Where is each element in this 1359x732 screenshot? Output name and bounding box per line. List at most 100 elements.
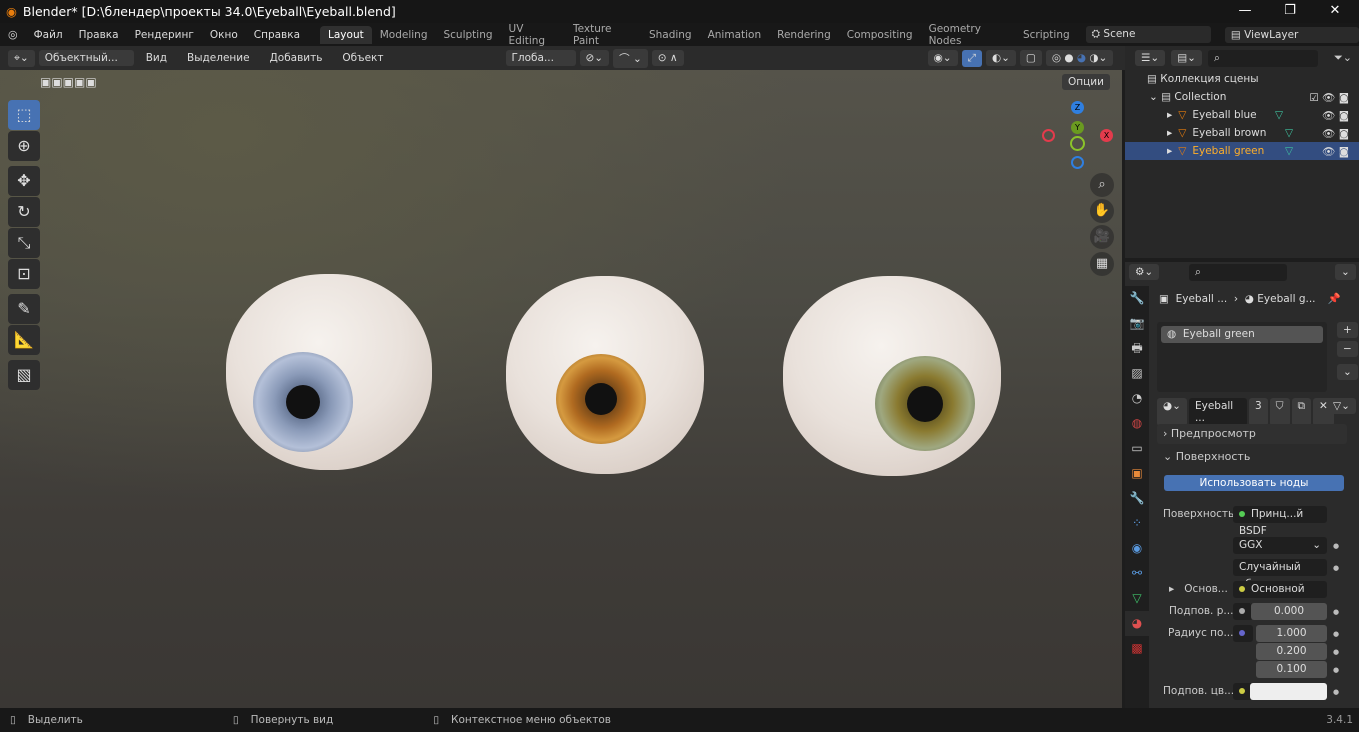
mode-dropdown[interactable]: Объектный... [38,50,134,66]
tab-sculpting[interactable]: Sculpting [435,26,500,44]
props-options[interactable]: ⌄ [1335,264,1356,280]
add-cube-tool[interactable]: ▧ [8,360,40,390]
gizmo-neg-z[interactable] [1071,156,1084,169]
camera-icon[interactable]: 🎥 [1090,225,1114,249]
browse-material-button[interactable]: ◕⌄ [1157,398,1187,426]
tool-tab-icon[interactable]: 🔧 [1125,286,1149,311]
orientation-dropdown[interactable]: Глоба... [505,50,576,66]
material-slots-list[interactable]: ◍ Eyeball green [1157,322,1327,392]
object-tab-icon[interactable]: ▣ [1125,461,1149,486]
subsurface-color-swatch[interactable] [1250,683,1327,700]
editor-type-button[interactable]: ⌖⌄ [8,49,35,67]
gizmo-z-axis[interactable]: Z [1071,101,1084,114]
select-box-tool[interactable]: ⬚ [8,100,40,130]
options-dropdown[interactable]: Опции [1062,74,1110,90]
distribution-dropdown[interactable]: GGX ⌄ [1233,537,1327,554]
cursor-tool[interactable]: ⊕ [8,131,40,161]
gizmo-x-axis[interactable]: X [1100,129,1113,142]
material-users-count[interactable]: 3 [1248,398,1268,426]
transform-tool[interactable]: ⊡ [8,259,40,289]
radius-socket[interactable] [1233,625,1253,642]
tab-compositing[interactable]: Compositing [839,26,921,44]
collection-tab-icon[interactable]: ▭ [1125,436,1149,461]
blender-menu-icon[interactable]: ◎ [0,28,26,41]
gizmo-neg-x[interactable] [1042,129,1055,142]
add-slot-button[interactable]: + [1337,322,1358,338]
menu-add[interactable]: Добавить [262,52,331,64]
constraints-tab-icon[interactable]: ⚯ [1125,561,1149,586]
tab-animation[interactable]: Animation [700,26,770,44]
output-tab-icon[interactable]: 🖶 [1125,336,1149,361]
fake-user-button[interactable]: ⛉ [1269,398,1290,426]
pin-icon[interactable]: 📌 [1328,293,1341,305]
eyeball-green[interactable] [783,276,1001,476]
base-color-field[interactable]: Основной цвет [1233,581,1327,612]
link-dropdown[interactable]: ▽⌄ [1327,398,1356,414]
select-mode-buttons[interactable]: ▣▣▣▣▣ [40,75,97,89]
tab-shading[interactable]: Shading [641,26,700,44]
outliner-item-eyeball-green[interactable]: ▸ ▽ Eyeball green ▽ 👁 ◙ [1125,142,1359,160]
filter-icon[interactable]: ⏷⌄ [1334,51,1352,65]
physics-tab-icon[interactable]: ◉ [1125,536,1149,561]
outliner-item-eyeball-blue[interactable]: ▸ ▽ Eyeball blue ▽ 👁 ◙ [1125,106,1359,124]
move-tool[interactable]: ✥ [8,166,40,196]
material-slot-item[interactable]: ◍ Eyeball green [1161,326,1323,343]
perspective-grid-icon[interactable]: ▦ [1090,252,1114,276]
outliner-search[interactable]: ⌕ [1207,49,1318,67]
pan-hand-icon[interactable]: ✋ [1090,199,1114,223]
scene-collection-row[interactable]: ▤ Коллекция сцены [1125,70,1359,88]
snap-toggle[interactable]: ⌒ ⌄ [613,48,648,68]
tab-geometry-nodes[interactable]: Geometry Nodes [921,20,1015,50]
gizmo-neg-y[interactable] [1070,136,1085,151]
eyeball-brown[interactable] [506,276,704,474]
tab-scripting[interactable]: Scripting [1015,26,1078,44]
xray-toggle[interactable]: ▢ [1019,50,1042,66]
minimize-button[interactable]: — [1225,0,1265,23]
viewlayer-selector[interactable]: ▤ ViewLayer [1224,26,1359,43]
subsurface-socket[interactable] [1233,603,1253,620]
menu-select[interactable]: Выделение [179,52,258,64]
scale-tool[interactable]: ⤡ [8,228,40,258]
menu-help[interactable]: Справка [246,29,308,41]
eyeball-blue[interactable] [226,274,432,470]
scene-tab-icon[interactable]: ◔ [1125,386,1149,411]
menu-window[interactable]: Окно [202,29,246,41]
menu-edit[interactable]: Правка [71,29,127,41]
subsurface-field[interactable]: 0.000 [1251,603,1327,620]
material-name-field[interactable]: Eyeball ... [1188,398,1247,426]
close-button[interactable]: ✕ [1315,0,1355,23]
radius-x-field[interactable]: 1.000 [1256,625,1327,642]
tab-texture-paint[interactable]: Texture Paint [565,20,641,50]
props-editor-type[interactable]: ⚙⌄ [1129,264,1160,280]
overlay-toggle[interactable]: ◐⌄ [985,50,1016,66]
surface-shader-field[interactable]: Принц...й BSDF [1233,506,1327,537]
scene-selector[interactable]: ⛭ Scene [1085,26,1211,43]
outliner-editor-type[interactable]: ☰⌄ [1135,50,1166,66]
material-tab-icon[interactable]: ◕ [1125,611,1149,636]
props-search[interactable]: ⌕ [1189,264,1287,281]
tab-uv-editing[interactable]: UV Editing [501,20,565,50]
outliner-item-eyeball-brown[interactable]: ▸ ▽ Eyeball brown ▽ 👁 ◙ [1125,124,1359,142]
remove-slot-button[interactable]: − [1337,341,1358,357]
tab-modeling[interactable]: Modeling [372,26,436,44]
collection-row[interactable]: ⌄ ▤ Collection ☑ 👁 ◙ [1125,88,1359,106]
radius-y-field[interactable]: 0.200 [1256,643,1327,660]
menu-render[interactable]: Рендеринг [127,29,202,41]
preview-panel-header[interactable]: › Предпросмотр [1157,424,1347,444]
slot-menu-button[interactable]: ⌄ [1337,364,1358,380]
data-tab-icon[interactable]: ▽ [1125,586,1149,611]
duplicate-material-button[interactable]: ⧉ [1291,398,1312,426]
particles-tab-icon[interactable]: ⁘ [1125,511,1149,536]
proportional-edit-toggle[interactable]: ⊙ ∧ [651,50,684,66]
radius-z-field[interactable]: 0.100 [1256,661,1327,678]
pivot-dropdown[interactable]: ⊘⌄ [579,50,610,66]
annotate-tool[interactable]: ✎ [8,294,40,324]
menu-object[interactable]: Объект [334,52,391,64]
texture-tab-icon[interactable]: ▩ [1125,636,1149,661]
3d-viewport[interactable]: ▣▣▣▣▣ Опции ⬚ ⊕ ✥ ↻ ⤡ ⊡ ✎ 📐 ▧ Z Y X ⌕ ✋ … [0,70,1122,708]
rotate-tool[interactable]: ↻ [8,197,40,227]
modifier-tab-icon[interactable]: 🔧 [1125,486,1149,511]
shading-modes[interactable]: ◎ ● ◕ ◑⌄ [1045,50,1114,66]
maximize-button[interactable]: ❐ [1270,0,1310,23]
menu-file[interactable]: Файл [26,29,71,41]
